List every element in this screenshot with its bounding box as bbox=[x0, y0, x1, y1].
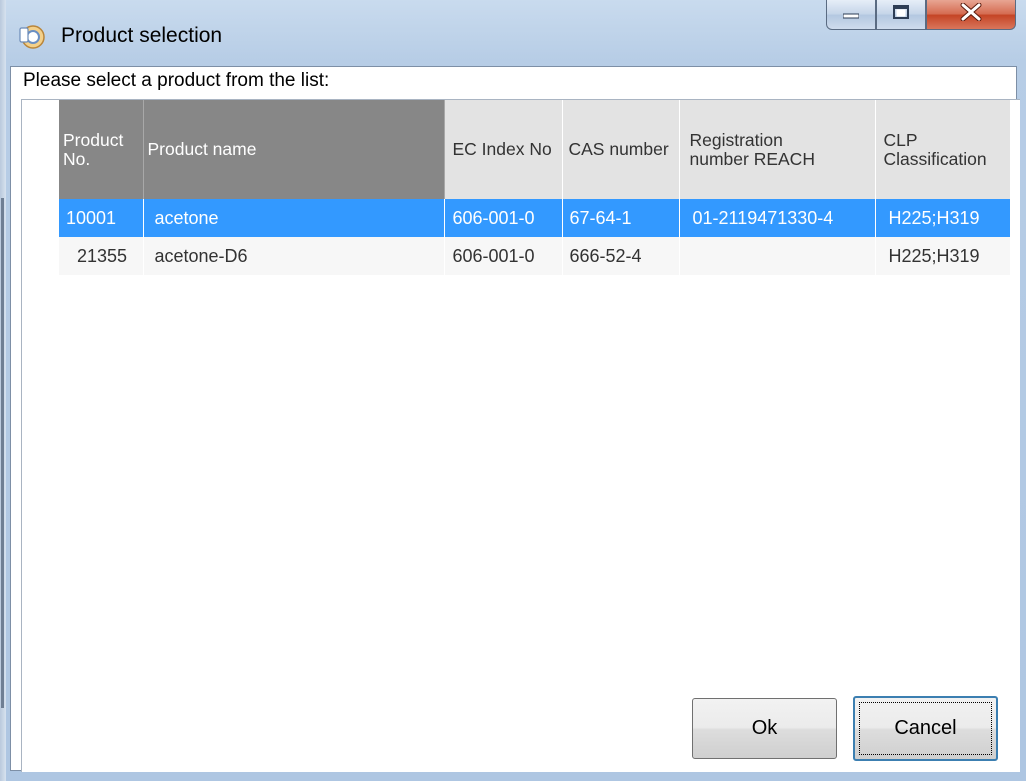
cell-ec-index-no: 606-001-0 bbox=[444, 199, 563, 237]
cell-cas-number: 666-52-4 bbox=[562, 237, 680, 275]
minimize-icon bbox=[842, 6, 860, 24]
maximize-icon bbox=[893, 5, 909, 24]
table-row[interactable]: 21355 acetone-D6 606-001-0 666-52-4 H225… bbox=[59, 237, 1011, 275]
close-button[interactable] bbox=[926, 0, 1016, 30]
cell-registration-number: 01-2119471330-4 bbox=[679, 199, 876, 237]
cell-cas-number: 67-64-1 bbox=[562, 199, 680, 237]
column-header-product-no[interactable]: Product No. bbox=[59, 100, 144, 199]
cancel-button[interactable]: Cancel bbox=[853, 696, 998, 761]
minimize-button[interactable] bbox=[826, 0, 876, 30]
window-left-border bbox=[0, 0, 6, 781]
instruction-label: Please select a product from the list: bbox=[23, 70, 330, 91]
cell-clp-classification: H225;H319 bbox=[875, 199, 1011, 237]
column-header-cas-number[interactable]: CAS number bbox=[562, 100, 680, 199]
cancel-button-label: Cancel bbox=[894, 717, 957, 739]
product-selection-window: Product selection Please select a produc… bbox=[0, 0, 1026, 781]
column-header-registration-number-reach[interactable]: Registration number REACH bbox=[679, 100, 876, 199]
column-header-product-name[interactable]: Product name bbox=[143, 100, 445, 199]
product-table: Product No. Product name EC Index No CAS… bbox=[59, 100, 1011, 275]
title-bar[interactable]: Product selection bbox=[0, 0, 1026, 66]
ok-button[interactable]: Ok bbox=[692, 698, 837, 759]
cell-registration-number bbox=[679, 237, 876, 275]
cell-ec-index-no: 606-001-0 bbox=[444, 237, 563, 275]
column-header-clp-classification[interactable]: CLP Classification bbox=[875, 100, 1011, 199]
cell-product-name: acetone bbox=[143, 199, 445, 237]
cell-product-no: 21355 bbox=[59, 237, 144, 275]
cell-product-name: acetone-D6 bbox=[143, 237, 445, 275]
product-grid[interactable]: Product No. Product name EC Index No CAS… bbox=[21, 99, 1020, 772]
cell-clp-classification: H225;H319 bbox=[875, 237, 1011, 275]
product-selection-icon bbox=[18, 22, 46, 50]
table-row[interactable]: 10001 acetone 606-001-0 67-64-1 01-21194… bbox=[59, 199, 1011, 237]
maximize-button[interactable] bbox=[876, 0, 926, 30]
ok-button-label: Ok bbox=[751, 717, 778, 739]
window-title: Product selection bbox=[61, 24, 223, 47]
cell-product-no: 10001 bbox=[59, 199, 144, 237]
table-header-row: Product No. Product name EC Index No CAS… bbox=[59, 100, 1011, 199]
close-icon bbox=[960, 2, 982, 26]
column-header-ec-index-no[interactable]: EC Index No bbox=[444, 100, 563, 199]
